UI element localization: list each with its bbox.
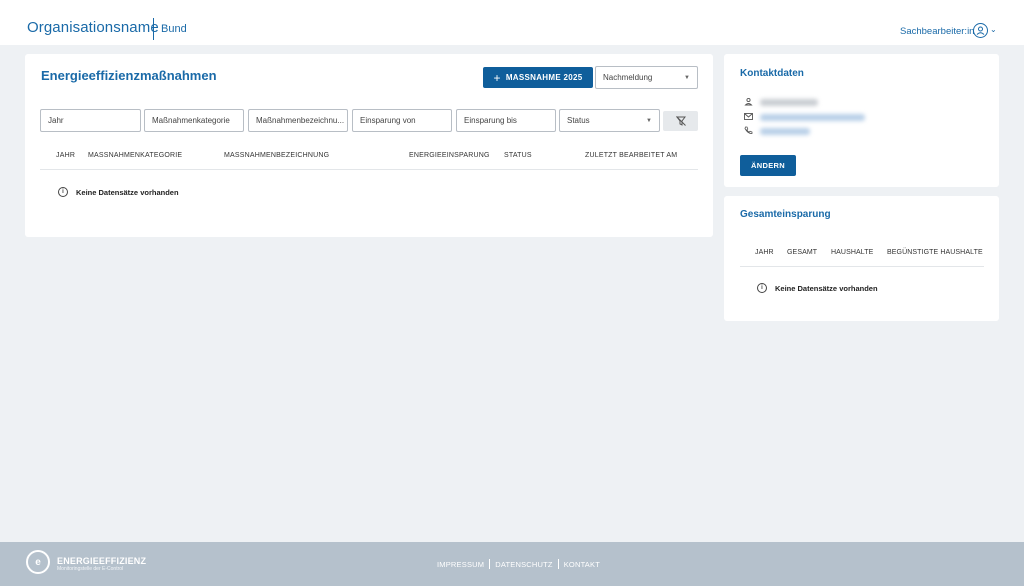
total-table-divider: [740, 266, 984, 267]
chevron-down-icon[interactable]: ⌄: [990, 25, 997, 34]
filter-year-input[interactable]: Jahr: [40, 109, 141, 132]
measures-card: Energieeffizienzmaßnahmen + MASSNAHME 20…: [25, 54, 713, 237]
total-col-beneficiary-households[interactable]: BEGÜNSTIGTE HAUSHALTE: [887, 249, 983, 256]
filter-year-placeholder: Jahr: [48, 116, 64, 125]
user-role-label[interactable]: Sachbearbeiter:in: [900, 26, 974, 37]
caret-down-icon: ▼: [646, 118, 652, 124]
filter-savings-to-input[interactable]: Einsparung bis: [456, 109, 556, 132]
filter-savings-to-placeholder: Einsparung bis: [464, 116, 517, 125]
empty-state: i Keine Datensätze vorhanden: [58, 187, 179, 197]
contact-title: Kontaktdaten: [740, 68, 804, 79]
total-empty-state: i Keine Datensätze vorhanden: [757, 283, 878, 293]
total-col-households[interactable]: HAUSHALTE: [831, 249, 873, 256]
footer-link-impressum[interactable]: IMPRESSUM: [437, 560, 484, 569]
mail-icon: [743, 112, 753, 123]
logo-title: ENERGIEEFFIZIENZ: [57, 556, 147, 566]
table-divider: [40, 169, 698, 170]
person-icon: [743, 97, 753, 108]
filter-savings-from-placeholder: Einsparung von: [360, 116, 416, 125]
footer-separator: [557, 559, 559, 569]
col-header-category[interactable]: MASSNAHMENKATEGORIE: [88, 152, 182, 159]
filter-name-input[interactable]: Maßnahmenbezeichnu...: [248, 109, 348, 132]
footer-link-datenschutz[interactable]: DATENSCHUTZ: [495, 560, 552, 569]
col-header-last-edited[interactable]: ZULETZT BEARBEITET AM: [585, 152, 677, 159]
add-measure-label: MASSNAHME 2025: [505, 73, 583, 82]
plus-icon: +: [493, 70, 501, 85]
clear-filter-button[interactable]: [663, 111, 698, 131]
col-header-year[interactable]: JAHR: [56, 152, 75, 159]
total-col-year[interactable]: JAHR: [755, 249, 774, 256]
user-circle-icon[interactable]: [973, 23, 988, 38]
report-type-select[interactable]: Nachmeldung ▼: [595, 66, 698, 89]
phone-icon: [743, 126, 753, 137]
filter-name-placeholder: Maßnahmenbezeichnu...: [256, 116, 345, 125]
caret-down-icon: ▼: [684, 75, 690, 81]
contact-email-redacted: [760, 114, 865, 121]
footer-links: IMPRESSUM DATENSCHUTZ KONTAKT: [437, 559, 600, 569]
col-header-savings[interactable]: ENERGIEEINSPARUNG: [409, 152, 490, 159]
filter-savings-from-input[interactable]: Einsparung von: [352, 109, 452, 132]
contact-name-redacted: [760, 99, 818, 106]
footer-link-kontakt[interactable]: KONTAKT: [564, 560, 600, 569]
total-savings-title: Gesamteinsparung: [740, 209, 831, 220]
org-name[interactable]: Organisationsname: [27, 19, 159, 36]
total-col-total[interactable]: GESAMT: [787, 249, 817, 256]
filter-status-placeholder: Status: [567, 116, 590, 125]
total-empty-text: Keine Datensätze vorhanden: [775, 283, 878, 293]
filter-status-select[interactable]: Status ▼: [559, 109, 660, 132]
col-header-name[interactable]: MASSNAHMENBEZEICHNUNG: [224, 152, 329, 159]
filter-category-input[interactable]: Maßnahmenkategorie: [144, 109, 244, 132]
empty-state-text: Keine Datensätze vorhanden: [76, 187, 179, 197]
info-icon: i: [757, 283, 767, 293]
app-footer: e ENERGIEEFFIZIENZ Monitoringstelle der …: [0, 542, 1024, 586]
change-contact-button[interactable]: ÄNDERN: [740, 155, 796, 176]
filter-off-icon: [675, 116, 686, 126]
filter-category-placeholder: Maßnahmenkategorie: [152, 116, 230, 125]
org-separator: [153, 18, 154, 40]
col-header-status[interactable]: STATUS: [504, 152, 532, 159]
app-header: Organisationsname Bund Sachbearbeiter:in…: [0, 0, 1024, 45]
contact-card: Kontaktdaten ÄNDERN: [724, 54, 999, 187]
energy-logo-icon: e: [26, 550, 50, 574]
logo-subtitle: Monitoringstelle der E-Control: [57, 566, 124, 572]
footer-separator: [489, 559, 491, 569]
org-level: Bund: [161, 23, 187, 35]
add-measure-button[interactable]: + MASSNAHME 2025: [483, 67, 593, 88]
page-title: Energieeffizienzmaßnahmen: [41, 68, 217, 83]
total-savings-card: Gesamteinsparung JAHR GESAMT HAUSHALTE B…: [724, 196, 999, 321]
contact-phone-redacted: [760, 128, 810, 135]
report-type-value: Nachmeldung: [603, 73, 653, 82]
info-icon: i: [58, 187, 68, 197]
